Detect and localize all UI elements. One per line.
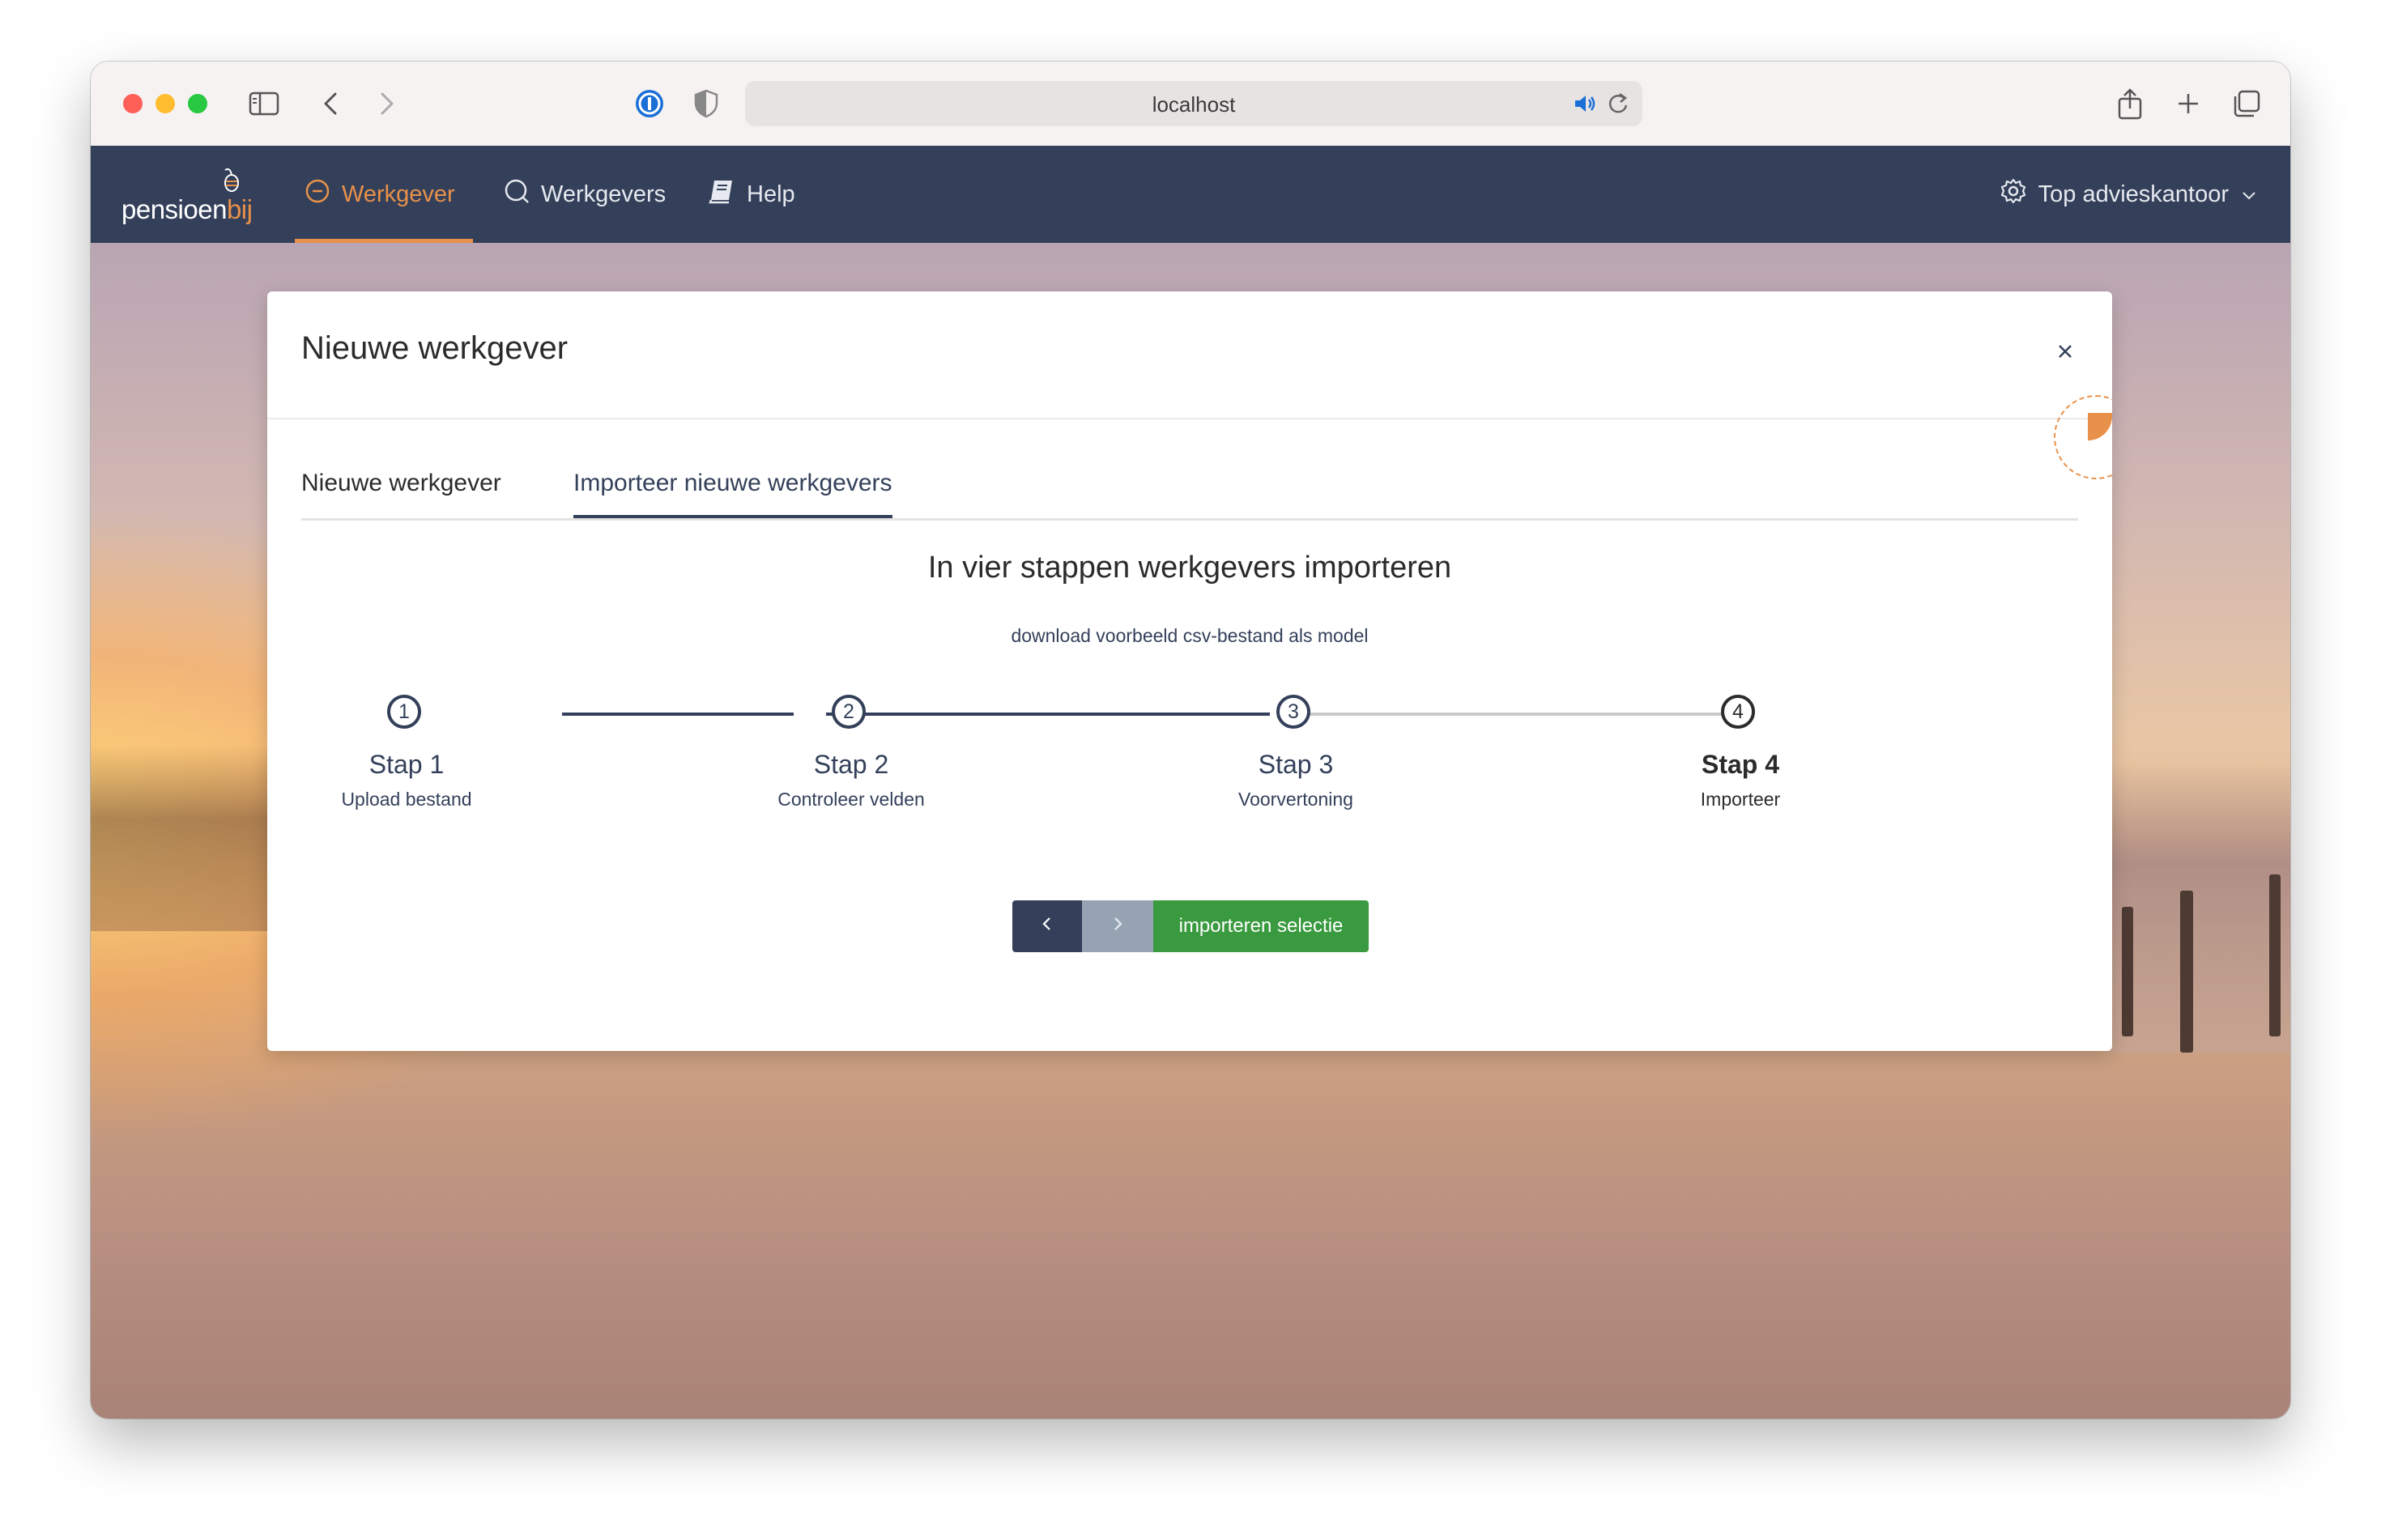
step-subtitle: Upload bestand (341, 789, 472, 810)
app-navbar: pensioenbij Werkgever Werkgevers Help To… (91, 146, 2290, 243)
step-number: 1 (387, 695, 421, 729)
new-employer-modal: Nieuwe werkgever Nieuwe werkgever Import… (267, 291, 2112, 1051)
nav-item-werkgevers[interactable]: Werkgevers (504, 146, 666, 243)
share-icon[interactable] (2112, 86, 2148, 121)
button-label: importeren selectie (1178, 915, 1344, 937)
fence-post (2269, 874, 2281, 1036)
import-heading: In vier stappen werkgevers importeren (927, 551, 1452, 585)
nav-item-label: Werkgevers (541, 181, 667, 207)
back-icon[interactable] (314, 86, 347, 121)
gear-icon (2000, 177, 2027, 211)
sidebar-icon[interactable] (246, 86, 282, 121)
speaker-icon[interactable] (1573, 92, 1597, 119)
nav-item-werkgever[interactable]: Werkgever (295, 146, 473, 243)
book-icon (708, 178, 735, 211)
modal-title: Nieuwe werkgever (301, 330, 569, 366)
password-icon[interactable] (632, 86, 667, 121)
step-connector (826, 713, 1270, 716)
step-subtitle: Voorvertoning (1238, 789, 1353, 810)
search-icon (504, 178, 530, 211)
step-subtitle: Controleer velden (777, 789, 925, 810)
tab-label: Nieuwe werkgever (301, 470, 501, 496)
tab-new-employer[interactable]: Nieuwe werkgever (301, 470, 501, 516)
step-connector (1302, 713, 1735, 716)
chevron-left-icon (1041, 915, 1054, 938)
stepper-buttons: importeren selectie (1012, 900, 1369, 952)
minus-circle-icon (305, 178, 330, 211)
shield-icon[interactable] (690, 86, 722, 121)
import-selection-button[interactable]: importeren selectie (1153, 900, 1369, 952)
nav-item-label: Werkgever (342, 181, 455, 207)
account-label: Top advieskantoor (2038, 181, 2229, 207)
step-subtitle: Importeer (1700, 789, 1781, 810)
previous-step-button[interactable] (1012, 900, 1082, 952)
new-tab-icon[interactable] (2170, 86, 2206, 121)
download-example-link[interactable]: download voorbeeld csv-bestand als model (267, 625, 2112, 647)
browser-window: localhost pensioenbij Werkgever Werkgeve… (91, 62, 2290, 1419)
chevron-down-icon (2240, 181, 2258, 208)
close-window-button[interactable] (123, 94, 143, 113)
chevron-right-icon (1111, 915, 1124, 938)
step-title: Stap 1 (368, 750, 445, 779)
nav-item-help[interactable]: Help (708, 146, 795, 243)
import-stepper: 1 Stap 1 Upload bestand 2 Stap 2 Control… (267, 695, 2112, 842)
account-menu[interactable]: Top advieskantoor (2000, 146, 2258, 243)
step-number: 4 (1721, 695, 1755, 729)
tab-import-employers[interactable]: Importeer nieuwe werkgevers (573, 470, 892, 518)
tab-label: Importeer nieuwe werkgevers (573, 470, 892, 496)
step-title: Stap 3 (1258, 750, 1334, 779)
browser-toolbar: localhost (91, 62, 2290, 147)
nav-item-label: Help (747, 181, 795, 207)
url-text: localhost (1152, 92, 1236, 117)
modal-header: Nieuwe werkgever (267, 291, 2112, 419)
fence-post (2180, 891, 2193, 1053)
logo-text: pensioenbij (121, 194, 253, 224)
step-number: 3 (1276, 695, 1310, 729)
step-title: Stap 4 (1701, 750, 1780, 779)
active-tab-indicator (573, 515, 892, 518)
fence-post (2122, 907, 2133, 1036)
forward-icon[interactable] (371, 86, 403, 121)
minimize-window-button[interactable] (155, 94, 175, 113)
step-title: Stap 2 (813, 750, 889, 779)
tab-overview-icon[interactable] (2229, 86, 2264, 121)
close-icon[interactable] (2052, 338, 2078, 364)
zoom-window-button[interactable] (188, 94, 207, 113)
step-number: 2 (832, 695, 866, 729)
step-connector (562, 713, 794, 716)
logo[interactable]: pensioenbij (121, 167, 267, 228)
address-bar[interactable]: localhost (745, 81, 1642, 126)
reload-icon[interactable] (1607, 91, 1629, 120)
modal-tabs: Nieuwe werkgever Importeer nieuwe werkge… (301, 462, 2078, 521)
next-step-button[interactable] (1082, 900, 1153, 952)
